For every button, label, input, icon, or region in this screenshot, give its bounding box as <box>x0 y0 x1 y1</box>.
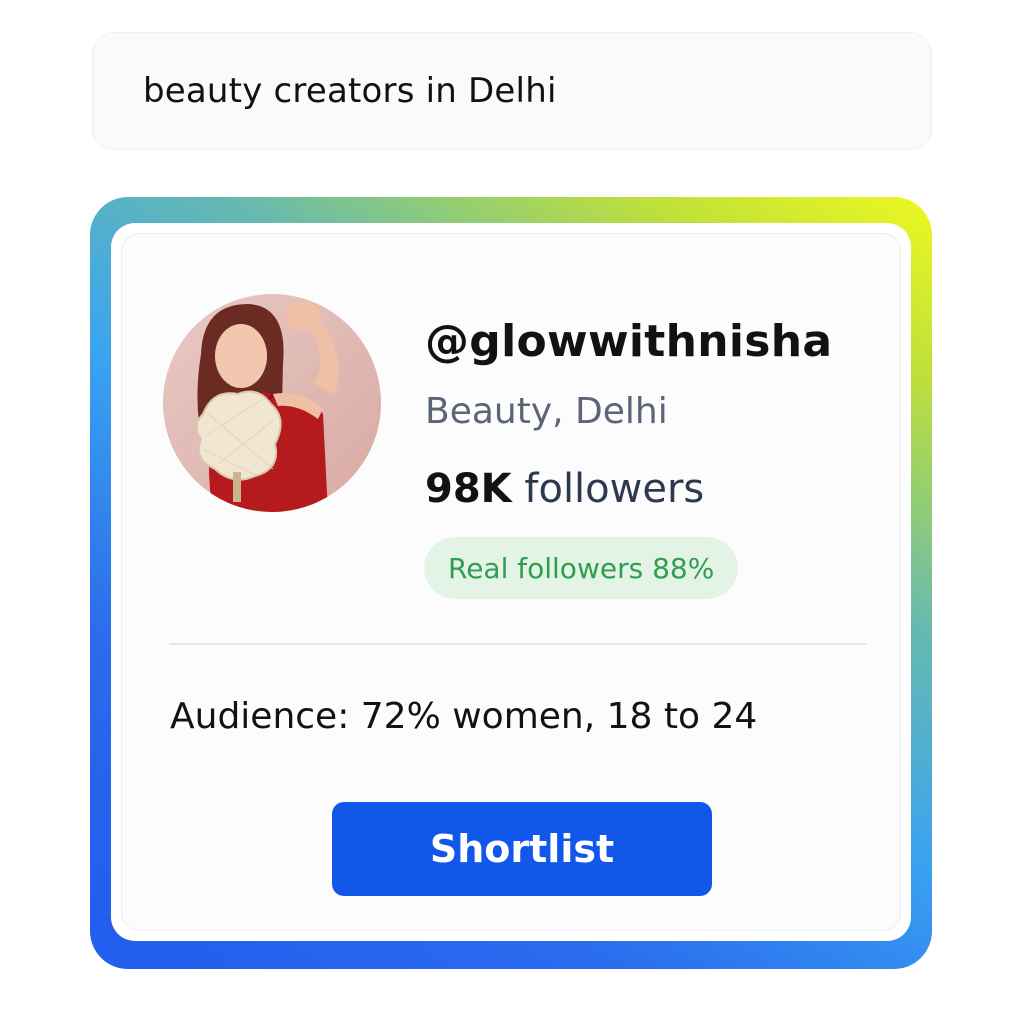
creator-handle[interactable]: @glowwithnisha <box>425 316 832 367</box>
creator-card-inner: @glowwithnisha Beauty, Delhi 98K followe… <box>121 233 901 931</box>
real-followers-badge: Real followers 88% <box>424 537 739 599</box>
follower-count: 98K followers <box>425 466 704 512</box>
creator-category: Beauty, Delhi <box>425 391 668 432</box>
follower-count-label: followers <box>524 466 705 512</box>
audience-summary: Audience: 72% women, 18 to 24 <box>170 696 758 737</box>
shortlist-button[interactable]: Shortlist <box>332 802 712 896</box>
search-query-box[interactable]: beauty creators in Delhi <box>92 32 932 150</box>
divider <box>169 643 867 645</box>
avatar[interactable] <box>163 294 381 512</box>
profile-photo-icon <box>163 294 381 512</box>
follower-count-value: 98K <box>425 466 512 512</box>
creator-card: @glowwithnisha Beauty, Delhi 98K followe… <box>111 223 911 941</box>
search-query-text: beauty creators in Delhi <box>143 71 557 111</box>
page: beauty creators in Delhi @glowwithnisha … <box>0 0 1024 1024</box>
